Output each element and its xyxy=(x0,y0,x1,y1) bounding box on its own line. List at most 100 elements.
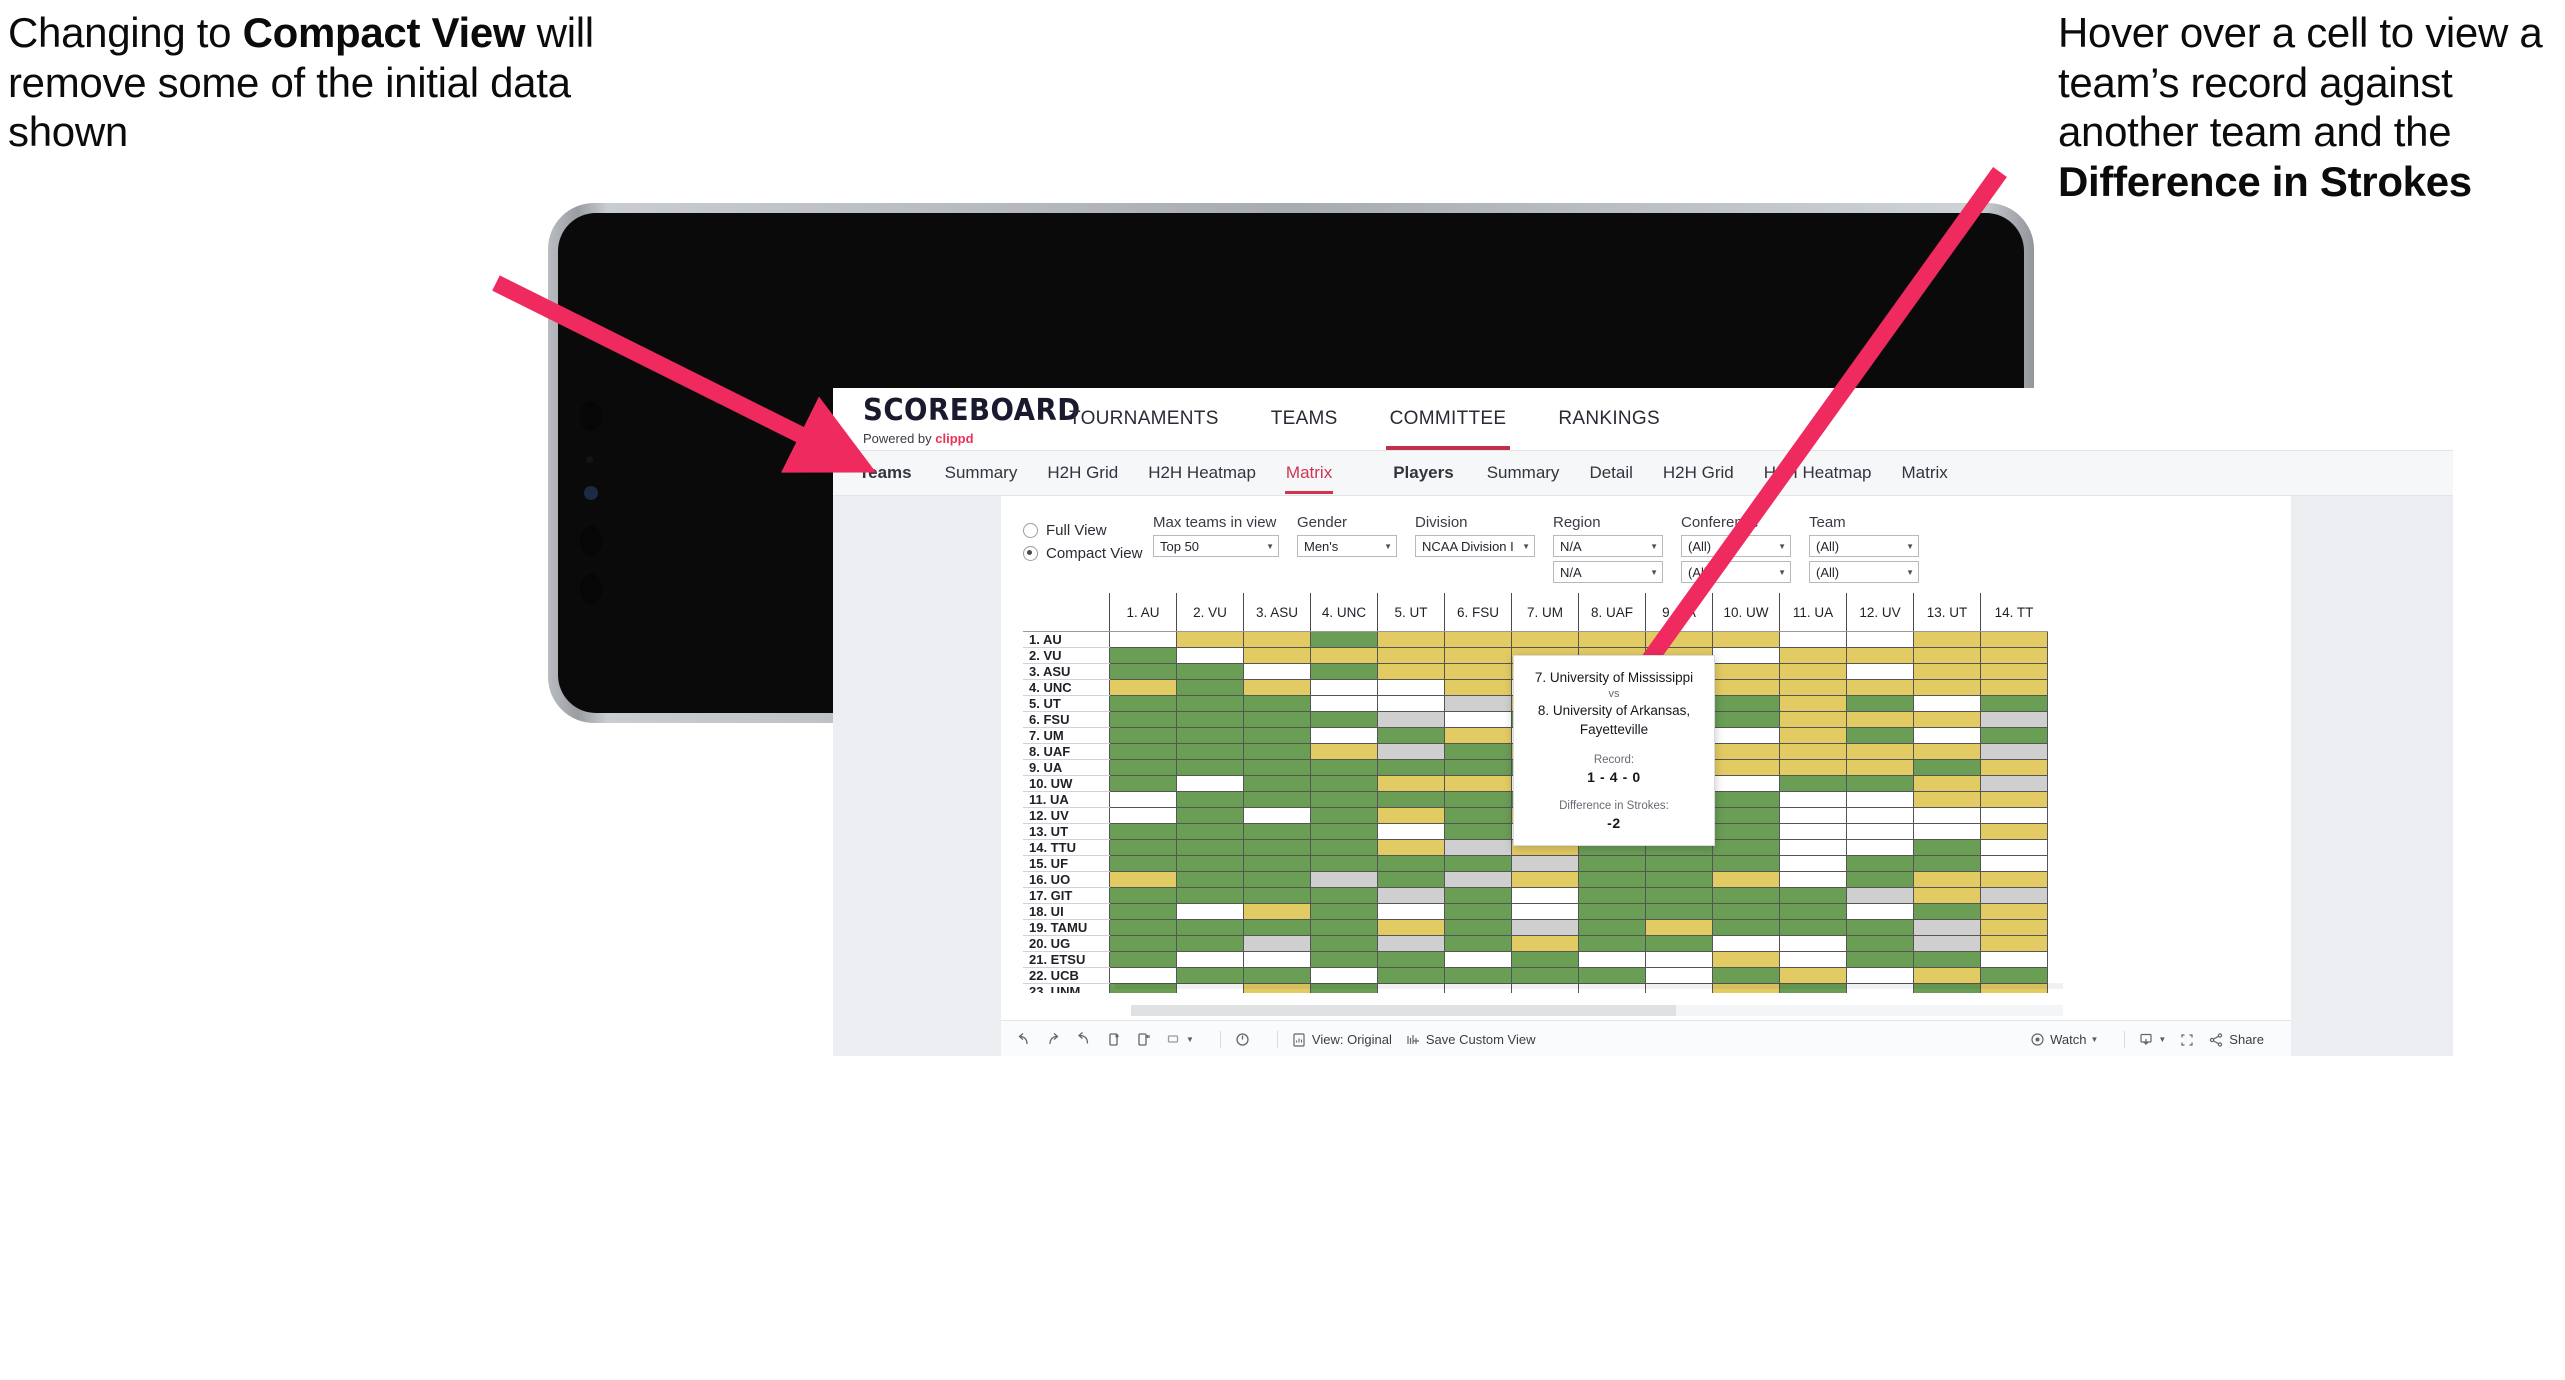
matrix-cell[interactable] xyxy=(1444,679,1512,696)
matrix-cell[interactable] xyxy=(1377,679,1445,696)
matrix-cell[interactable] xyxy=(1444,935,1512,952)
matrix-row-header[interactable]: 8. UAF xyxy=(1023,743,1110,760)
teams-tab-matrix[interactable]: Matrix xyxy=(1271,463,1347,494)
matrix-col-header[interactable]: 1. AU xyxy=(1109,593,1177,632)
matrix-cell[interactable] xyxy=(1712,887,1780,904)
matrix-cell[interactable] xyxy=(1243,647,1311,664)
matrix-row-header[interactable]: 1. AU xyxy=(1023,631,1110,648)
matrix-cell[interactable] xyxy=(1779,631,1847,648)
matrix-cell[interactable] xyxy=(1377,791,1445,808)
matrix-row-header[interactable]: 19. TAMU xyxy=(1023,919,1110,936)
radio-full-view[interactable]: Full View xyxy=(1023,522,1153,539)
matrix-cell[interactable] xyxy=(1913,743,1981,760)
matrix-cell[interactable] xyxy=(1310,631,1378,648)
matrix-cell[interactable] xyxy=(1176,807,1244,824)
save-custom-view-button[interactable]: Save Custom View xyxy=(1405,1032,1535,1048)
matrix-cell[interactable] xyxy=(1712,695,1780,712)
matrix-cell[interactable] xyxy=(1310,887,1378,904)
matrix-cell[interactable] xyxy=(1846,695,1914,712)
matrix-col-header[interactable]: 4. UNC xyxy=(1310,593,1378,632)
matrix-cell[interactable] xyxy=(1444,967,1512,984)
matrix-cell[interactable] xyxy=(1712,871,1780,888)
matrix-cell[interactable] xyxy=(1243,727,1311,744)
matrix-cell[interactable] xyxy=(1310,727,1378,744)
filter-max-teams-select[interactable]: Top 50 ▼ xyxy=(1153,535,1279,557)
players-tab-matrix[interactable]: Matrix xyxy=(1886,463,1962,483)
matrix-col-header[interactable]: 13. UT xyxy=(1913,593,1981,632)
matrix-cell[interactable] xyxy=(1444,743,1512,760)
matrix-cell[interactable] xyxy=(1176,679,1244,696)
matrix-cell[interactable] xyxy=(1846,823,1914,840)
matrix-cell[interactable] xyxy=(1980,791,2048,808)
matrix-cell[interactable] xyxy=(1444,775,1512,792)
matrix-row-header[interactable]: 12. UV xyxy=(1023,807,1110,824)
matrix-cell[interactable] xyxy=(1712,983,1780,993)
matrix-cell[interactable] xyxy=(1846,727,1914,744)
matrix-cell[interactable] xyxy=(1578,967,1646,984)
matrix-cell[interactable] xyxy=(1377,711,1445,728)
matrix-col-header[interactable]: 8. UAF xyxy=(1578,593,1646,632)
matrix-cell[interactable] xyxy=(1444,887,1512,904)
matrix-cell[interactable] xyxy=(1578,951,1646,968)
matrix-cell[interactable] xyxy=(1109,663,1177,680)
matrix-cell[interactable] xyxy=(1846,951,1914,968)
players-tab-detail[interactable]: Detail xyxy=(1574,463,1647,483)
matrix-cell[interactable] xyxy=(1176,951,1244,968)
matrix-cell[interactable] xyxy=(1310,823,1378,840)
radio-compact-view-icon[interactable] xyxy=(1023,546,1038,561)
matrix-cell[interactable] xyxy=(1377,887,1445,904)
matrix-cell[interactable] xyxy=(1377,951,1445,968)
matrix-cell[interactable] xyxy=(1377,967,1445,984)
matrix-cell[interactable] xyxy=(1645,951,1713,968)
matrix-row-header[interactable]: 22. UCB xyxy=(1023,967,1110,984)
matrix-cell[interactable] xyxy=(1980,711,2048,728)
pause-updates-icon[interactable] xyxy=(1135,1031,1152,1048)
watch-button[interactable]: Watch ▼ xyxy=(2030,1032,2098,1047)
matrix-cell[interactable] xyxy=(1377,935,1445,952)
matrix-cell[interactable] xyxy=(1913,711,1981,728)
matrix-cell[interactable] xyxy=(1779,743,1847,760)
matrix-cell[interactable] xyxy=(1310,935,1378,952)
matrix-cell[interactable] xyxy=(1109,727,1177,744)
matrix-cell[interactable] xyxy=(1712,823,1780,840)
brand-logo[interactable]: SCOREBOARD Powered by clippd xyxy=(833,388,1080,450)
matrix-cell[interactable] xyxy=(1176,695,1244,712)
matrix-row-header[interactable]: 16. UO xyxy=(1023,871,1110,888)
matrix-cell[interactable] xyxy=(1980,727,2048,744)
matrix-cell[interactable] xyxy=(1980,695,2048,712)
filter-gender-select[interactable]: Men's ▼ xyxy=(1297,535,1397,557)
matrix-cell[interactable] xyxy=(1980,887,2048,904)
matrix-cell[interactable] xyxy=(1377,695,1445,712)
matrix-cell[interactable] xyxy=(1712,663,1780,680)
matrix-cell[interactable] xyxy=(1578,903,1646,920)
matrix-cell[interactable] xyxy=(1444,919,1512,936)
matrix-row-header[interactable]: 5. UT xyxy=(1023,695,1110,712)
matrix-cell[interactable] xyxy=(1377,663,1445,680)
matrix-cell[interactable] xyxy=(1310,903,1378,920)
matrix-cell[interactable] xyxy=(1913,775,1981,792)
matrix-cell[interactable] xyxy=(1243,887,1311,904)
matrix-cell[interactable] xyxy=(1444,823,1512,840)
filter-team-select-1[interactable]: (All) ▼ xyxy=(1809,535,1919,557)
matrix-cell[interactable] xyxy=(1444,647,1512,664)
matrix-row-header[interactable]: 14. TTU xyxy=(1023,839,1110,856)
matrix-cell[interactable] xyxy=(1176,727,1244,744)
filter-conference-select-2[interactable]: (All) ▼ xyxy=(1681,561,1791,583)
revert-icon[interactable] xyxy=(1075,1031,1092,1048)
players-tab-summary[interactable]: Summary xyxy=(1472,463,1575,483)
matrix-col-header[interactable]: 10. UW xyxy=(1712,593,1780,632)
matrix-cell[interactable] xyxy=(1779,711,1847,728)
matrix-row-header[interactable]: 13. UT xyxy=(1023,823,1110,840)
matrix-cell[interactable] xyxy=(1109,983,1177,993)
filter-division-select[interactable]: NCAA Division I ▼ xyxy=(1415,535,1535,557)
matrix-cell[interactable] xyxy=(1243,791,1311,808)
matrix-cell[interactable] xyxy=(1578,887,1646,904)
matrix-cell[interactable] xyxy=(1377,903,1445,920)
matrix-cell[interactable] xyxy=(1846,775,1914,792)
download-icon[interactable]: ▼ xyxy=(2138,1032,2166,1048)
matrix-cell[interactable] xyxy=(1846,887,1914,904)
matrix-cell[interactable] xyxy=(1444,855,1512,872)
matrix-cell[interactable] xyxy=(1109,711,1177,728)
matrix-cell[interactable] xyxy=(1846,967,1914,984)
matrix-cell[interactable] xyxy=(1176,647,1244,664)
